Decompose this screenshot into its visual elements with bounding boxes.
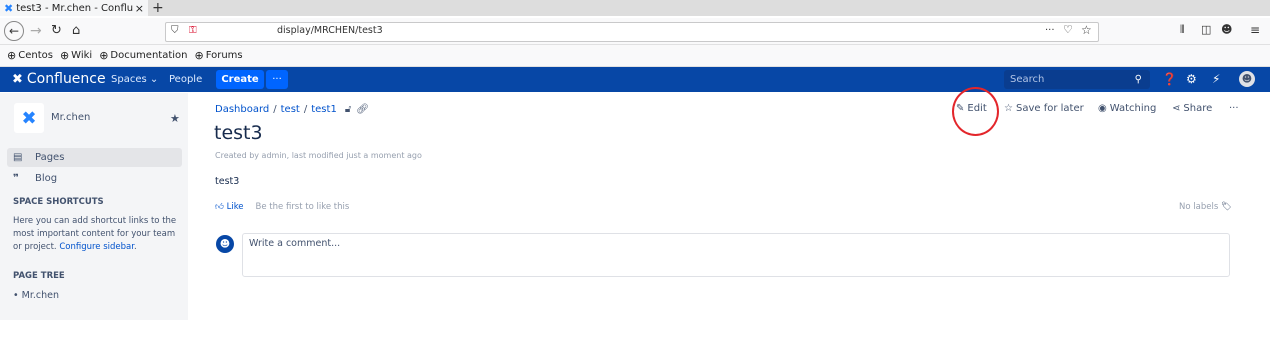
page-tree-heading: PAGE TREE [13,271,65,281]
more-actions-button[interactable]: ··· [1229,103,1239,114]
breadcrumb-test[interactable]: test [281,104,300,115]
user-avatar[interactable]: ☻ [1239,71,1255,87]
sidebar-toggle-icon[interactable]: ◫ [1201,23,1211,37]
like-row: 👍︎ Like Be the first to like this [215,202,349,212]
page-body: test3 [215,176,240,187]
globe-icon: ⊕ [7,49,17,62]
bookmark-documentation[interactable]: ⊕ Documentation [99,49,187,62]
notifications-icon[interactable]: ⚡ [1212,72,1220,87]
share-button[interactable]: ⋖ Share [1172,103,1212,114]
url-text[interactable]: display/MRCHEN/test3 [277,24,383,38]
tree-item[interactable]: • Mr.chen [13,290,59,301]
unlock-icon[interactable]: 🔓︎ [345,104,351,115]
edit-highlight-annotation [952,87,999,136]
like-prompt: Be the first to like this [255,202,350,212]
create-button[interactable]: Create [216,70,264,89]
pocket-icon[interactable]: ♡ [1063,23,1073,37]
forward-icon[interactable]: → [30,21,42,41]
save-for-later-button[interactable]: ☆ Save for later [1004,103,1084,114]
tab-title: test3 - Mr.chen - Conflu [16,2,134,14]
confluence-favicon-icon: ✖ [4,1,14,15]
comment-placeholder[interactable]: Write a comment... [249,238,340,249]
tab-close-icon[interactable]: × [135,2,144,15]
page-title: test3 [214,122,263,144]
like-button[interactable]: 👍︎ Like [215,202,244,212]
pages-icon: ▤ [13,152,23,163]
star-icon[interactable]: ★ [170,112,180,125]
bookmark-centos[interactable]: ⊕ Centos [7,49,53,62]
labels-area[interactable]: No labels 🏷︎ [1179,202,1232,212]
sidebar-item-blog[interactable]: ❞ Blog [7,170,182,186]
shortcuts-help-text: Here you can add shortcut links to the m… [13,216,177,252]
page-byline: Created by admin, last modified just a m… [215,151,422,160]
library-icon[interactable]: ⫴ [1180,23,1185,37]
space-name[interactable]: Mr.chen [51,112,90,123]
share-icon: ⋖ [1172,103,1181,114]
eye-icon: ◉ [1098,103,1107,114]
account-icon[interactable]: ☻ [1221,23,1232,37]
browser-tab-bar [0,0,1270,16]
search-placeholder: Search [1010,74,1045,85]
help-icon[interactable]: ❓ [1162,72,1177,87]
confluence-logo-icon: ✖ [12,72,23,87]
back-icon[interactable]: ← [4,21,24,41]
globe-icon: ⊕ [59,49,70,62]
quote-icon: ❞ [13,172,19,184]
bookmark-forums[interactable]: ⊕ Forums [195,49,243,62]
breadcrumb-test1[interactable]: test1 [311,104,337,115]
thumbs-up-icon: 👍︎ [215,202,224,212]
globe-icon: ⊕ [194,49,204,62]
sidebar-item-pages[interactable]: ▤ Pages [7,148,182,167]
insecure-lock-icon[interactable]: ⚿ [189,24,197,38]
watching-button[interactable]: ◉ Watching [1098,103,1156,114]
bookmarks-bar: ⊕ Centos ⊕ Wiki ⊕ Documentation ⊕ Forums [0,45,1270,67]
settings-gear-icon[interactable]: ⚙ [1186,72,1197,87]
comment-input[interactable] [242,233,1230,277]
confluence-logo[interactable]: ✖ Confluence [12,70,106,89]
home-icon[interactable]: ⌂ [72,21,80,41]
attachment-icon[interactable]: 🔗︎ [356,104,369,115]
menu-icon[interactable]: ≡ [1250,23,1260,37]
breadcrumb: Dashboard / test / test1 🔓︎ 🔗︎ [215,104,369,115]
configure-sidebar-link[interactable]: Configure sidebar [59,242,134,252]
bookmark-star-icon[interactable]: ☆ [1081,23,1092,37]
breadcrumb-dashboard[interactable]: Dashboard [215,104,269,115]
new-tab-button[interactable]: + [152,0,164,16]
globe-icon: ⊕ [99,49,109,62]
page-actions-icon[interactable]: ··· [1045,24,1055,38]
reload-icon[interactable]: ↻ [51,21,62,41]
comment-avatar: ☻ [216,235,234,253]
tag-icon: 🏷︎ [1220,202,1232,212]
space-shortcuts-heading: SPACE SHORTCUTS [13,197,104,207]
people-link[interactable]: People [169,73,202,86]
star-outline-icon: ☆ [1004,103,1013,114]
space-logo-icon[interactable]: ✖ [14,103,44,133]
search-input[interactable]: Search ⚲ [1004,70,1150,89]
bookmark-wiki[interactable]: ⊕ Wiki [60,49,92,62]
create-more-button[interactable]: ··· [266,70,288,89]
shield-icon[interactable]: ⛉ [171,24,179,38]
search-icon: ⚲ [1134,74,1142,85]
browser-tab[interactable]: ✖ test3 - Mr.chen - Conflu × [0,0,148,16]
spaces-menu[interactable]: Spaces ⌄ [111,73,158,86]
